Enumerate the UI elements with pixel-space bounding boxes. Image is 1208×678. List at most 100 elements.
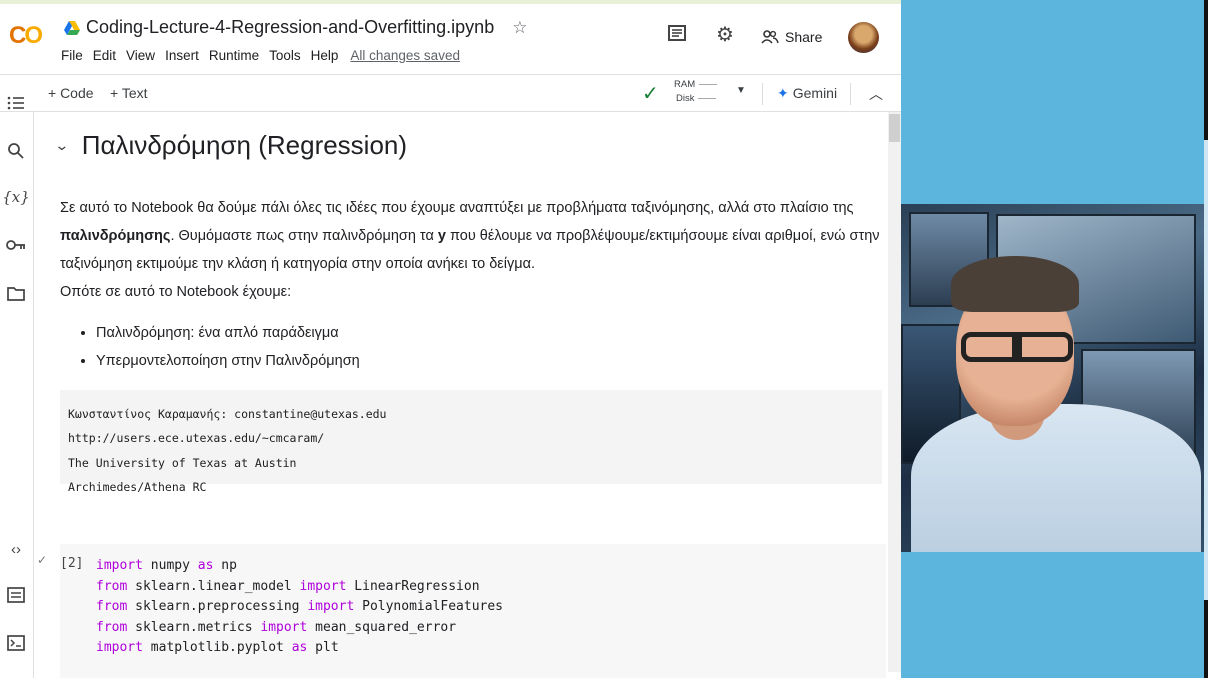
comments-icon[interactable] bbox=[665, 22, 689, 46]
section-heading: ⌄ Παλινδρόμηση (Regression) bbox=[54, 130, 408, 161]
code-snippets-icon[interactable]: ‹› bbox=[5, 538, 27, 560]
settings-gear-icon[interactable]: ⚙ bbox=[713, 22, 737, 46]
divider bbox=[762, 83, 763, 105]
code-keyword: import bbox=[260, 619, 308, 635]
disk-bar bbox=[698, 97, 717, 99]
code-keyword: import bbox=[307, 599, 355, 614]
info-line: The University of Texas at Austin bbox=[68, 455, 297, 470]
notebook-title-row: Coding-Lecture-4-Regression-and-Overfitt… bbox=[64, 17, 527, 38]
info-line: Archimedes/Athena RC bbox=[68, 479, 207, 494]
code-text: sklearn.metrics bbox=[127, 619, 261, 635]
collapse-header-icon[interactable]: ︿ bbox=[869, 84, 883, 104]
runtime-dropdown-icon[interactable]: ▼ bbox=[736, 85, 746, 96]
code-text: LinearRegression bbox=[346, 578, 480, 594]
code-line: import numpy as np bbox=[96, 556, 503, 577]
share-label: Share bbox=[785, 29, 823, 45]
menu-file[interactable]: File bbox=[61, 48, 83, 63]
gemini-button[interactable]: ✦ Gemini bbox=[777, 85, 837, 102]
info-line: http://users.ece.utexas.edu/~cmcaram/ bbox=[68, 431, 325, 446]
notebook-name[interactable]: Coding-Lecture-4-Regression-and-Overfitt… bbox=[86, 17, 494, 38]
files-folder-icon[interactable] bbox=[5, 282, 27, 304]
command-palette-icon[interactable] bbox=[5, 584, 27, 606]
ram-bar bbox=[699, 83, 718, 85]
code-text: np bbox=[213, 558, 237, 573]
gemini-sparkle-icon: ✦ bbox=[777, 85, 789, 101]
search-icon[interactable] bbox=[5, 140, 27, 162]
star-icon[interactable]: ☆ bbox=[512, 18, 527, 38]
save-status[interactable]: All changes saved bbox=[350, 48, 460, 63]
code-keyword: as bbox=[291, 640, 308, 655]
list-item: Υπερμοντελοποίηση στην Παλινδρόμηση bbox=[96, 347, 360, 375]
header-actions: ⚙ bbox=[665, 22, 737, 46]
left-sidebar: {x} ‹› bbox=[0, 96, 34, 678]
code-line: from sklearn.preprocessing import Polyno… bbox=[96, 597, 503, 618]
colab-logo[interactable]: CO bbox=[9, 22, 43, 50]
code-text: mean_squared_error bbox=[307, 619, 457, 635]
code-keyword: import bbox=[299, 578, 347, 594]
intro-text: Σε αυτό το Notebook θα δούμε πάλι όλες τ… bbox=[60, 200, 854, 216]
menu-view[interactable]: View bbox=[126, 48, 155, 63]
menu-bar: File Edit View Insert Runtime Tools Help… bbox=[61, 48, 470, 63]
menu-runtime[interactable]: Runtime bbox=[209, 48, 259, 63]
cell-executed-check-icon[interactable]: ✓ bbox=[37, 553, 47, 567]
ram-label: RAM bbox=[674, 79, 696, 90]
table-of-contents-icon[interactable] bbox=[5, 92, 27, 114]
code-keyword: from bbox=[96, 599, 128, 614]
menu-help[interactable]: Help bbox=[311, 48, 339, 63]
colab-window: CO Coding-Lecture-4-Regression-and-Overf… bbox=[0, 0, 901, 678]
outline-list: Παλινδρόμηση: ένα απλό παράδειγμα Υπερμο… bbox=[86, 319, 360, 375]
notebook-content: ⌄ Παλινδρόμηση (Regression) Σε αυτό το N… bbox=[34, 112, 886, 678]
menu-edit[interactable]: Edit bbox=[93, 48, 116, 63]
secrets-key-icon[interactable] bbox=[5, 234, 27, 256]
menu-insert[interactable]: Insert bbox=[165, 48, 199, 63]
presenter-webcam-overlay bbox=[901, 204, 1204, 552]
screen-edge-highlight bbox=[1204, 140, 1208, 600]
connected-check-icon: ✓ bbox=[642, 83, 659, 105]
variables-icon[interactable]: {x} bbox=[2, 186, 30, 208]
intro-paragraph: Σε αυτό το Notebook θα δούμε πάλι όλες τ… bbox=[60, 194, 880, 278]
collapse-section-chevron-icon[interactable]: ⌄ bbox=[54, 137, 69, 154]
author-info-block: Κωνσταντίνος Καραμανής: constantine@utex… bbox=[60, 390, 882, 494]
menu-tools[interactable]: Tools bbox=[269, 48, 301, 63]
add-text-button[interactable]: + Text bbox=[110, 85, 148, 101]
disk-label: Disk bbox=[676, 93, 695, 104]
gemini-label: Gemini bbox=[792, 85, 838, 101]
google-drive-icon bbox=[64, 20, 80, 35]
presenter-shirt bbox=[911, 404, 1201, 552]
code-text: sklearn.linear_model bbox=[127, 578, 300, 594]
resource-indicator[interactable]: RAM Disk bbox=[674, 78, 718, 106]
top-strip bbox=[0, 0, 901, 4]
divider bbox=[850, 83, 851, 105]
people-icon bbox=[761, 30, 779, 44]
presenter-glasses bbox=[961, 332, 1073, 362]
code-keyword: import bbox=[96, 640, 143, 655]
code-line: from sklearn.metrics import mean_squared… bbox=[96, 618, 503, 639]
code-editor[interactable]: import numpy as np from sklearn.linear_mo… bbox=[96, 556, 503, 659]
terminal-icon[interactable] bbox=[5, 632, 27, 654]
code-text: sklearn.preprocessing bbox=[127, 599, 308, 614]
code-text: matplotlib.pyplot bbox=[142, 640, 292, 655]
outline-intro: Οπότε σε αυτό το Notebook έχουμε: bbox=[60, 284, 292, 300]
code-line: from sklearn.linear_model import LinearR… bbox=[96, 577, 503, 598]
code-text: PolynomialFeatures bbox=[354, 599, 504, 614]
notebook-toolbar: + Code + Text ✓ RAM Disk ▼ ✦ Gemini ︿ bbox=[0, 74, 901, 112]
info-line: Κωνσταντίνος Καραμανής: constantine@utex… bbox=[68, 407, 387, 421]
page-title: Παλινδρόμηση (Regression) bbox=[81, 130, 408, 160]
code-keyword: as bbox=[197, 558, 214, 573]
execution-count: [2] bbox=[60, 556, 84, 571]
scrollbar-thumb[interactable] bbox=[889, 114, 900, 142]
user-avatar[interactable] bbox=[848, 22, 879, 53]
bold-term: παλινδρόμησης bbox=[60, 228, 171, 244]
vertical-scrollbar[interactable] bbox=[888, 112, 901, 672]
code-text: numpy bbox=[142, 558, 198, 573]
bold-term: y bbox=[437, 228, 446, 244]
code-text: plt bbox=[307, 640, 339, 655]
code-keyword: from bbox=[96, 578, 128, 594]
list-item: Παλινδρόμηση: ένα απλό παράδειγμα bbox=[96, 319, 360, 347]
code-line: import matplotlib.pyplot as plt bbox=[96, 638, 503, 659]
code-keyword: from bbox=[96, 619, 128, 635]
add-code-button[interactable]: + Code bbox=[48, 85, 94, 101]
share-button[interactable]: Share bbox=[761, 29, 822, 45]
intro-text: . Θυμόμαστε πως στην παλινδρόμηση τα bbox=[170, 228, 438, 244]
presenter-hair bbox=[951, 256, 1079, 312]
